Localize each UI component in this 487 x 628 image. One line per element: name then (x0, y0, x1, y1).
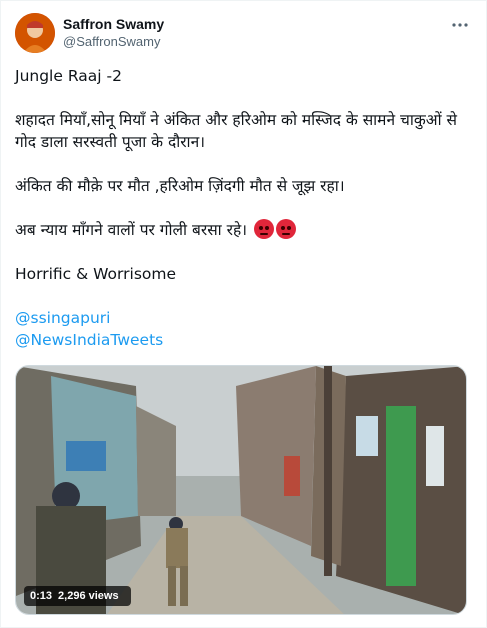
tweet-line-hindi-1: शहादत मियाँ,सोनू मियाँ ने अंकित और हरिओम… (15, 111, 457, 151)
author-display-name[interactable]: Saffron Swamy (63, 15, 164, 33)
angry-face-icon (276, 219, 296, 239)
video-player[interactable]: 0:13 2,296 views (15, 365, 467, 615)
tweet-card: Saffron Swamy @SaffronSwamy Jungle Raaj … (0, 0, 487, 628)
avatar[interactable] (15, 13, 55, 53)
tweet-header: Saffron Swamy @SaffronSwamy (15, 13, 472, 53)
author-names: Saffron Swamy @SaffronSwamy (63, 15, 164, 50)
tweet-line-english: Horrific & Worrisome (15, 265, 177, 283)
tweet-line-title: Jungle Raaj -2 (15, 67, 122, 85)
tweet-text: Jungle Raaj -2 शहादत मियाँ,सोनू मियाँ ने… (15, 65, 471, 351)
video-stats: 0:13 2,296 views (24, 586, 131, 606)
video-views: 2,296 views (58, 590, 119, 602)
mention-link-newsindiatweets[interactable]: @NewsIndiaTweets (15, 329, 471, 351)
video-duration: 0:13 (30, 590, 53, 602)
video-thumbnail (16, 366, 466, 614)
angry-face-icon (254, 219, 274, 239)
tweet-line-hindi-3: अब न्याय माँगने वालों पर गोली बरसा रहे। (15, 219, 471, 241)
more-options-icon[interactable] (450, 15, 470, 35)
author-handle[interactable]: @SaffronSwamy (63, 33, 164, 50)
tweet-line-hindi-2: अंकित की मौक़े पर मौत ,हरिओम ज़िंदगी मौत… (15, 177, 345, 195)
tweet-line-hindi-3-text: अब न्याय माँगने वालों पर गोली बरसा रहे। (15, 221, 248, 239)
mention-link-ssingapuri[interactable]: @ssingapuri (15, 307, 471, 329)
